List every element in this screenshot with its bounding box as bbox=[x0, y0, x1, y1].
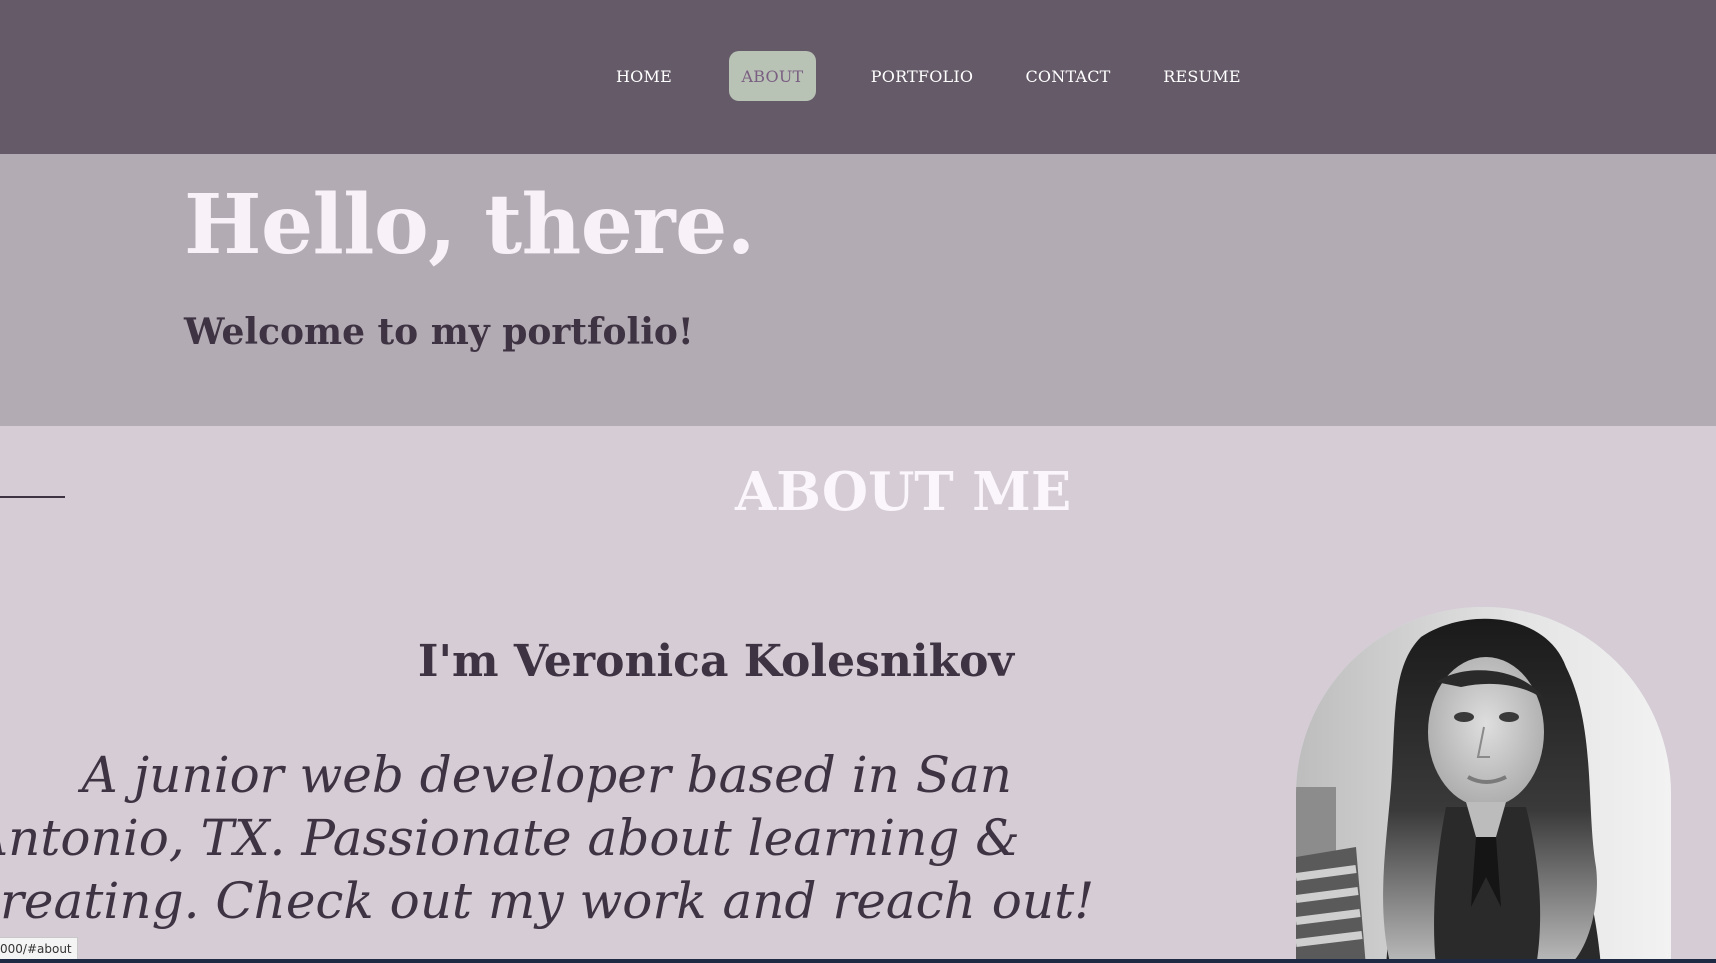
about-name: I'm Veronica Kolesnikov bbox=[417, 636, 1014, 687]
about-bio-line: Antonio, TX. Passionate about learning & bbox=[0, 809, 1020, 867]
about-bio-line: A junior web developer based in San bbox=[81, 746, 1012, 804]
hero-subtitle: Welcome to my portfolio! bbox=[184, 311, 694, 353]
nav-link-resume[interactable]: RESUME bbox=[1160, 51, 1244, 101]
top-navbar: HOME ABOUT PORTFOLIO CONTACT RESUME bbox=[0, 0, 1716, 154]
nav-link-contact[interactable]: CONTACT bbox=[1022, 51, 1114, 101]
nav-link-about[interactable]: ABOUT bbox=[729, 51, 816, 101]
hero-title: Hello, there. bbox=[184, 177, 755, 273]
nav-link-home[interactable]: HOME bbox=[604, 51, 684, 101]
portfolio-page: HOME ABOUT PORTFOLIO CONTACT RESUME Hell… bbox=[0, 0, 1716, 963]
status-bar-url: 000/#about bbox=[0, 937, 78, 961]
about-section: ABOUT ME I'm Veronica Kolesnikov A junio… bbox=[0, 426, 1716, 963]
about-bio: A junior web developer based in San Anto… bbox=[0, 744, 1095, 933]
portrait-photo-icon bbox=[1296, 607, 1671, 963]
about-bio-line: creating. Check out my work and reach ou… bbox=[0, 872, 1095, 930]
about-heading: ABOUT ME bbox=[735, 461, 1072, 523]
hero-section: Hello, there. Welcome to my portfolio! bbox=[0, 154, 1716, 426]
nav-link-portfolio[interactable]: PORTFOLIO bbox=[866, 51, 978, 101]
about-divider-line bbox=[0, 496, 65, 498]
portrait-photo bbox=[1296, 607, 1671, 963]
window-bottom-edge bbox=[0, 959, 1716, 963]
